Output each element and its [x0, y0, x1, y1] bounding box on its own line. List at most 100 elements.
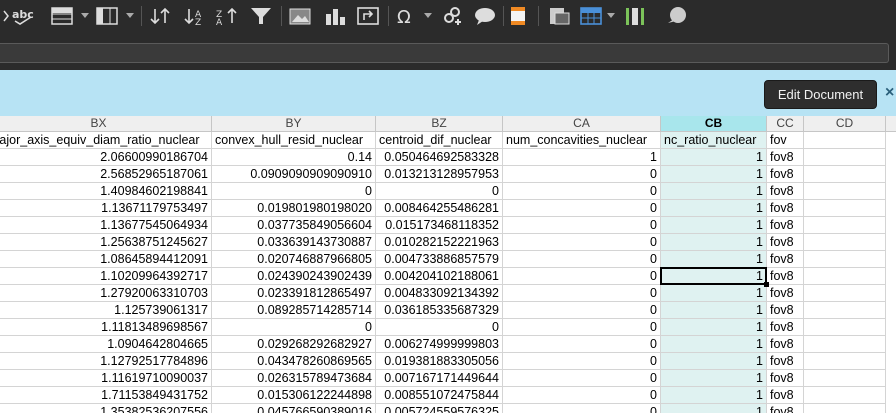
table-cell[interactable]: 0 [503, 302, 661, 319]
table-cell[interactable]: fov8 [767, 200, 804, 217]
table-cell[interactable] [804, 200, 886, 217]
column-header-cb[interactable]: CB [661, 116, 767, 132]
table-cell[interactable]: 1 [661, 404, 767, 413]
column-header-bz[interactable]: BZ [376, 116, 503, 132]
table-cell[interactable]: 0.033639143730887 [212, 234, 376, 251]
table-cell[interactable]: 0.006274999999803 [376, 336, 503, 353]
table-cell[interactable]: 0 [503, 285, 661, 302]
field-name-cell[interactable]: nc_ratio_nuclear [661, 132, 767, 149]
table-cell[interactable]: 0.023391812865497 [212, 285, 376, 302]
table-cell[interactable]: 0.043478260869565 [212, 353, 376, 370]
table-cell[interactable]: 0 [503, 370, 661, 387]
table-cell[interactable] [804, 268, 886, 285]
hyphenate-icon[interactable] [2, 5, 10, 27]
table-cell[interactable] [804, 251, 886, 268]
table-cell[interactable]: 0.14 [212, 149, 376, 166]
table-cell[interactable]: 0.010282152221963 [376, 234, 503, 251]
table-cell[interactable]: 1 [661, 387, 767, 404]
table-cell[interactable]: 0 [503, 217, 661, 234]
table-cell[interactable]: 1.10209964392717 [0, 268, 212, 285]
dropdown-arrow-icon[interactable] [125, 5, 135, 27]
sort-icon[interactable] [147, 5, 173, 27]
dropdown-arrow-icon[interactable] [423, 5, 433, 27]
freeze-rows-icon[interactable] [578, 5, 604, 27]
table-cell[interactable]: fov8 [767, 370, 804, 387]
fill-handle[interactable] [764, 282, 769, 287]
table-cell[interactable]: 0.029268292682927 [212, 336, 376, 353]
table-cell[interactable]: 1 [661, 149, 767, 166]
table-cell[interactable]: 0.005724559576325 [376, 404, 503, 413]
table-cell[interactable]: 1 [661, 319, 767, 336]
table-cell[interactable]: 1 [661, 234, 767, 251]
table-cell[interactable]: 0 [376, 183, 503, 200]
table-cell[interactable] [804, 166, 886, 183]
table-cell[interactable]: 1 [661, 302, 767, 319]
table-cell[interactable]: 1 [661, 353, 767, 370]
table-cell[interactable]: fov8 [767, 149, 804, 166]
table-cell[interactable]: 1 [661, 200, 767, 217]
column-header-bx[interactable]: BX [0, 116, 212, 132]
table-cell[interactable]: 0 [376, 319, 503, 336]
table-cell[interactable] [804, 353, 886, 370]
table-cell[interactable]: 0.013213128957953 [376, 166, 503, 183]
table-cell[interactable]: 0.037735849056604 [212, 217, 376, 234]
field-name-cell[interactable]: major_axis_equiv_diam_ratio_nuclear [0, 132, 212, 149]
table-cell[interactable]: 0 [503, 166, 661, 183]
table-cell[interactable]: 0 [503, 353, 661, 370]
dropdown-arrow-icon[interactable] [606, 5, 616, 27]
table-cell[interactable]: 0.036185335687329 [376, 302, 503, 319]
table-cell[interactable] [804, 319, 886, 336]
insert-column-icon[interactable] [622, 5, 648, 27]
table-cell[interactable]: 2.06600990186704 [0, 149, 212, 166]
pivot-table-icon[interactable] [355, 5, 381, 27]
table-cell[interactable]: 0 [212, 183, 376, 200]
table-cell[interactable]: 1 [503, 149, 661, 166]
table-cell[interactable]: 1 [661, 268, 767, 285]
table-cell[interactable]: 0 [503, 183, 661, 200]
sort-ascending-icon[interactable]: AZ [182, 5, 208, 27]
table-cell[interactable]: 1.11813489698567 [0, 319, 212, 336]
table-cell[interactable]: 1.11619710090037 [0, 370, 212, 387]
table-cell[interactable]: 1.27920063310703 [0, 285, 212, 302]
table-cell[interactable]: 0.019801980198020 [212, 200, 376, 217]
dropdown-arrow-icon[interactable] [80, 5, 90, 27]
formula-input[interactable] [0, 43, 889, 63]
table-cell[interactable]: 1.13671179753497 [0, 200, 212, 217]
table-cell[interactable]: 1.08645894412091 [0, 251, 212, 268]
table-cell[interactable] [804, 217, 886, 234]
table-cell[interactable]: 0.020746887966805 [212, 251, 376, 268]
field-name-cell[interactable] [804, 132, 886, 149]
table-cell[interactable]: fov8 [767, 302, 804, 319]
table-cell[interactable]: 1 [661, 166, 767, 183]
autofilter-icon[interactable] [248, 5, 274, 27]
field-name-cell[interactable]: num_concavities_nuclear [503, 132, 661, 149]
column-header-cd[interactable]: CD [804, 116, 886, 132]
table-cell[interactable]: fov8 [767, 166, 804, 183]
table-cell[interactable]: fov8 [767, 268, 804, 285]
table-cell[interactable] [804, 149, 886, 166]
table-cell[interactable]: fov8 [767, 353, 804, 370]
close-infobar-icon[interactable]: × [885, 83, 896, 103]
table-cell[interactable]: 1.25638751245627 [0, 234, 212, 251]
table-cell[interactable]: 0 [503, 387, 661, 404]
hyperlink-icon[interactable] [440, 5, 466, 27]
table-cell[interactable]: 1.0904642804665 [0, 336, 212, 353]
table-cell[interactable]: 0.015306122244898 [212, 387, 376, 404]
table-cell[interactable]: 0 [503, 404, 661, 413]
table-cell[interactable]: 0.045766590389016 [212, 404, 376, 413]
spellcheck-icon[interactable]: abc [10, 5, 40, 27]
column-header-by[interactable]: BY [212, 116, 376, 132]
table-cell[interactable]: fov8 [767, 404, 804, 413]
field-name-cell[interactable]: fov [767, 132, 804, 149]
insert-chart-icon[interactable] [322, 5, 348, 27]
table-cell[interactable]: 0 [503, 234, 661, 251]
table-cell[interactable]: 0 [503, 200, 661, 217]
column-icon[interactable] [95, 5, 119, 27]
table-cell[interactable]: 0 [503, 268, 661, 285]
special-character-icon[interactable]: Ω [393, 5, 419, 27]
column-header-ca[interactable]: CA [503, 116, 661, 132]
table-cell[interactable]: 0.008551072475844 [376, 387, 503, 404]
table-cell[interactable] [804, 387, 886, 404]
table-cell[interactable]: 0.0909090909090910 [212, 166, 376, 183]
table-cell[interactable]: fov8 [767, 234, 804, 251]
